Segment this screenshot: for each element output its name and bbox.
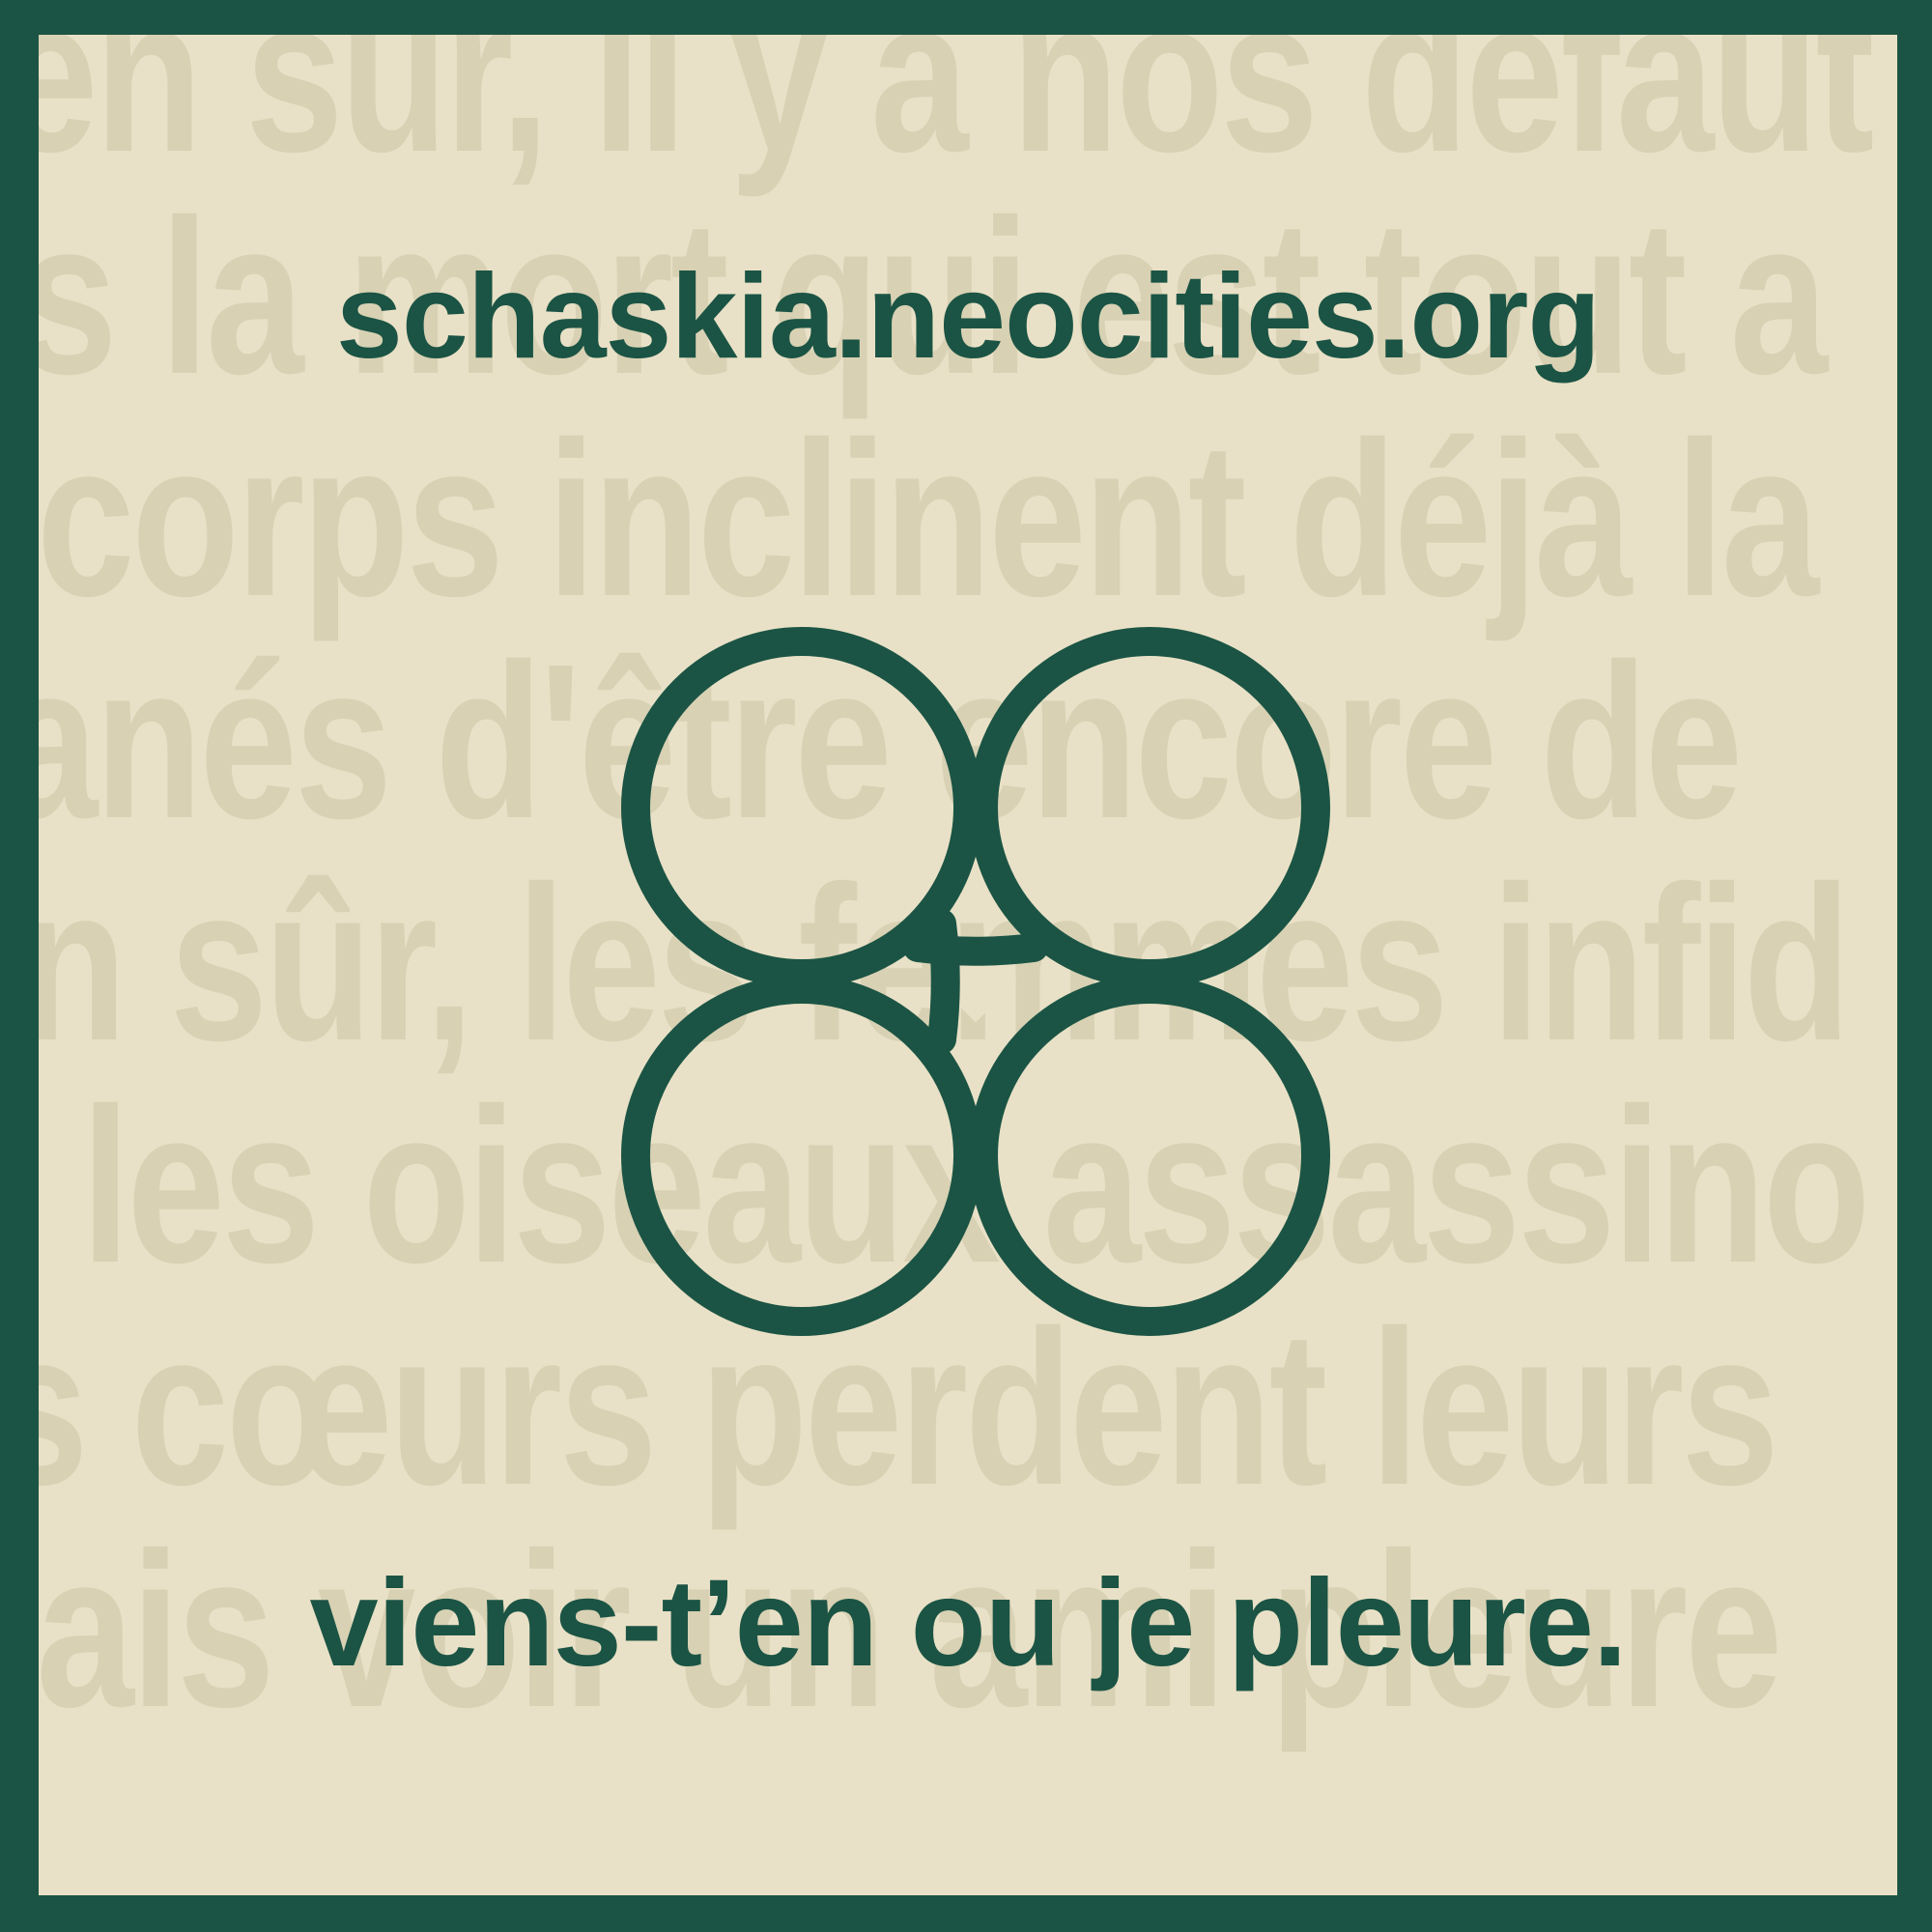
logo-loop-top-right: [969, 627, 1330, 988]
four-loop-clover-icon: [621, 627, 1330, 1336]
poster-frame: en sûr, il y a nos défaut s la mort qui …: [0, 0, 1932, 1932]
tagline: viens-t’en ou je pleure.: [309, 1554, 1628, 1692]
background-text-line: corps inclinent déjà la: [39, 397, 1819, 642]
site-url: schaskia.neocities.org: [335, 250, 1601, 384]
logo-loop-bottom-left: [621, 975, 982, 1336]
logo-loop-top-left: [621, 627, 982, 988]
logo-loop-bottom-right: [969, 975, 1330, 1336]
poster-panel: en sûr, il y a nos défaut s la mort qui …: [39, 35, 1897, 1895]
background-text-line: en sûr, il y a nos défaut: [39, 35, 1874, 198]
